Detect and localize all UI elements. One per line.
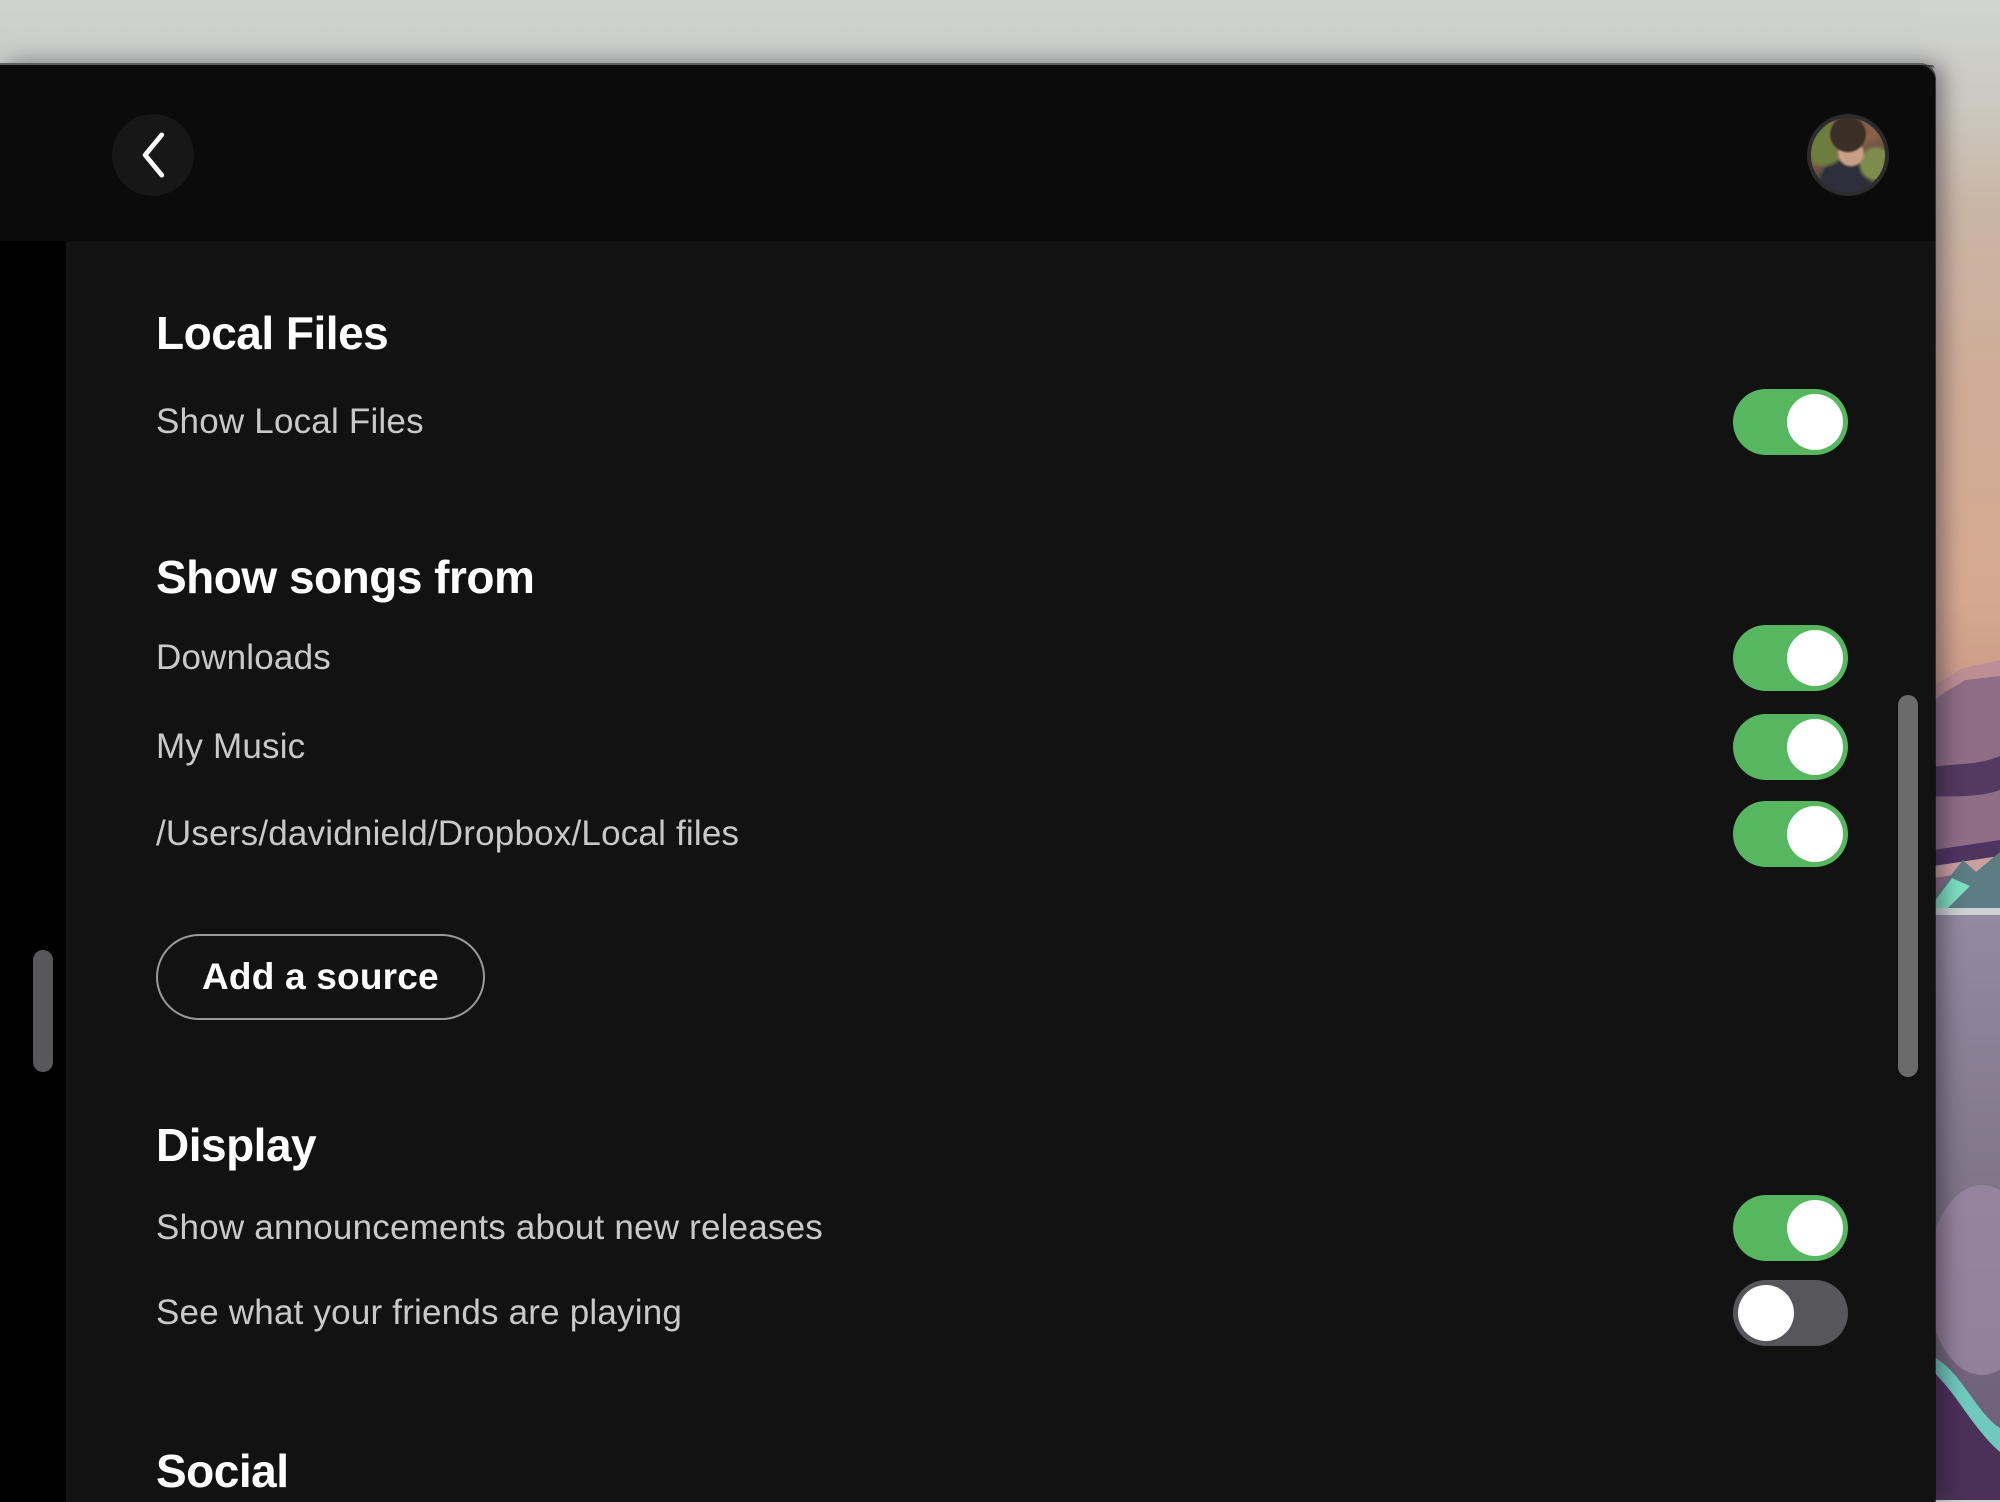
back-button[interactable] — [112, 114, 194, 196]
toggle-knob — [1787, 719, 1843, 775]
section-title-display: Display — [156, 1120, 316, 1171]
scrollbar-thumb[interactable] — [1898, 695, 1918, 1077]
row-label: Show announcements about new releases — [156, 1208, 823, 1248]
sidebar-strip — [0, 65, 66, 1502]
toggle-knob — [1787, 806, 1843, 862]
chevron-left-icon — [139, 130, 167, 180]
settings-row-show-local-files: Show Local Files — [156, 389, 1848, 455]
settings-row-my-music: My Music — [156, 714, 1848, 780]
row-label: /Users/davidnield/Dropbox/Local files — [156, 814, 739, 854]
toggle-my-music[interactable] — [1733, 714, 1848, 780]
user-avatar[interactable] — [1807, 114, 1889, 196]
row-label: My Music — [156, 727, 305, 767]
toggle-dropbox-local-files[interactable] — [1733, 801, 1848, 867]
section-title-social: Social — [156, 1446, 289, 1497]
toggle-friend-activity[interactable] — [1733, 1280, 1848, 1346]
toggle-show-local-files[interactable] — [1733, 389, 1848, 455]
spotify-window: Local Files Show Local Files Show songs … — [0, 63, 1935, 1502]
section-title-show-songs-from: Show songs from — [156, 552, 534, 603]
row-label: Downloads — [156, 638, 331, 678]
settings-row-show-announcements: Show announcements about new releases — [156, 1195, 1848, 1261]
settings-row-dropbox-local-files: /Users/davidnield/Dropbox/Local files — [156, 801, 1848, 867]
toggle-knob — [1787, 1200, 1843, 1256]
row-label: See what your friends are playing — [156, 1293, 682, 1333]
toggle-knob — [1787, 394, 1843, 450]
settings-row-friend-activity: See what your friends are playing — [156, 1280, 1848, 1346]
settings-row-downloads: Downloads — [156, 625, 1848, 691]
left-scrollbar-thumb[interactable] — [33, 950, 53, 1072]
section-title-local-files: Local Files — [156, 308, 388, 359]
toggle-show-announcements[interactable] — [1733, 1195, 1848, 1261]
toggle-downloads[interactable] — [1733, 625, 1848, 691]
add-a-source-button[interactable]: Add a source — [156, 934, 485, 1020]
toggle-knob — [1787, 630, 1843, 686]
settings-header — [0, 65, 1935, 241]
row-label: Show Local Files — [156, 402, 424, 442]
toggle-knob — [1738, 1285, 1794, 1341]
